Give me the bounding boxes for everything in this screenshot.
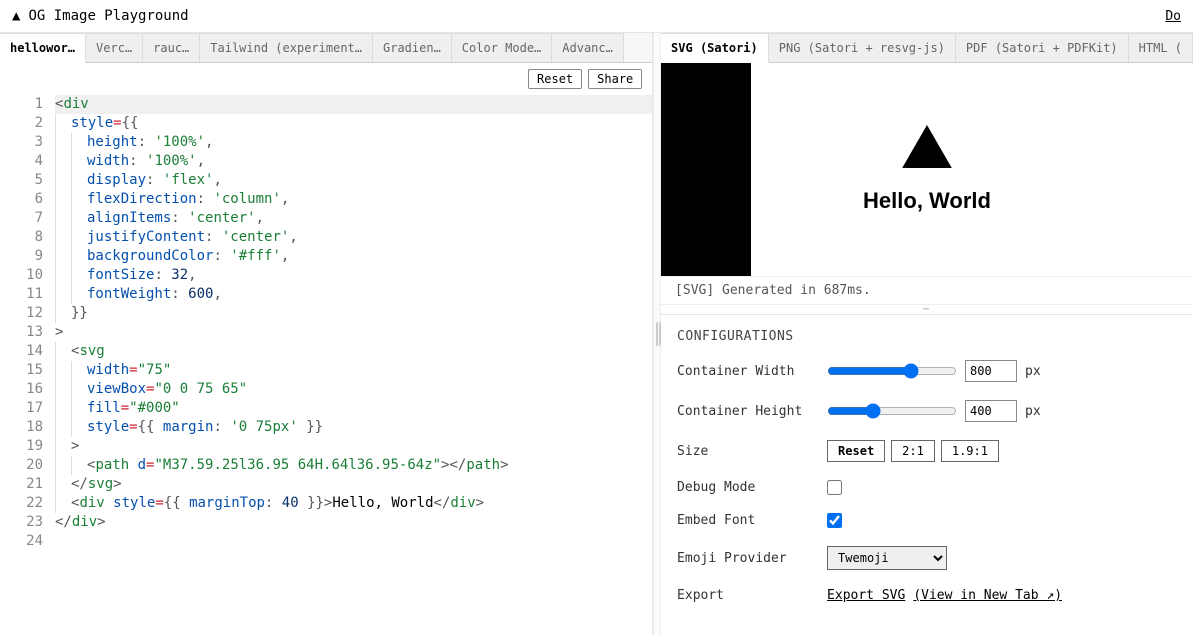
height-label: Container Height xyxy=(677,404,827,419)
gutter: 123456789101112131415161718192021222324 xyxy=(0,95,55,635)
share-button[interactable]: Share xyxy=(588,69,642,89)
embed-label: Embed Font xyxy=(677,513,827,528)
code-editor[interactable]: 123456789101112131415161718192021222324 … xyxy=(0,95,652,635)
debug-label: Debug Mode xyxy=(677,480,827,495)
height-slider[interactable] xyxy=(827,403,957,419)
docs-link[interactable]: Do xyxy=(1165,9,1181,24)
preview: Hello, World xyxy=(661,63,1193,276)
editor-toolbar: Reset Share xyxy=(0,63,652,95)
config-section: CONFIGURATIONS Container Width px Contai… xyxy=(661,315,1193,635)
left-tab-2[interactable]: rauc… xyxy=(143,33,200,62)
left-tab-0[interactable]: hellowor… xyxy=(0,33,86,63)
right-tabs: SVG (Satori)PNG (Satori + resvg-js)PDF (… xyxy=(661,33,1193,63)
right-tab-1[interactable]: PNG (Satori + resvg-js) xyxy=(769,33,956,62)
preview-black-bar xyxy=(661,63,751,276)
app-title: OG Image Playground xyxy=(28,8,188,24)
width-unit: px xyxy=(1025,364,1041,379)
preview-text: Hello, World xyxy=(863,188,991,214)
left-tabs: hellowor…Verc…rauc…Tailwind (experiment…… xyxy=(0,33,652,63)
row-divider[interactable] xyxy=(661,305,1193,315)
width-label: Container Width xyxy=(677,364,827,379)
height-input[interactable] xyxy=(965,400,1017,422)
width-input[interactable] xyxy=(965,360,1017,382)
ratio-2-1-button[interactable]: 2:1 xyxy=(891,440,935,462)
left-tab-1[interactable]: Verc… xyxy=(86,33,143,62)
logo-triangle-icon: ▲ xyxy=(12,8,20,24)
triangle-icon xyxy=(902,125,952,168)
export-view-link[interactable]: (View in New Tab ↗) xyxy=(913,588,1062,603)
code-area[interactable]: <divstyle={{height: '100%',width: '100%'… xyxy=(55,95,652,635)
status-text: [SVG] Generated in 687ms. xyxy=(661,276,1193,305)
reset-button[interactable]: Reset xyxy=(528,69,582,89)
header: ▲ OG Image Playground Do xyxy=(0,0,1193,33)
embed-checkbox[interactable] xyxy=(827,513,842,528)
left-tab-4[interactable]: Gradien… xyxy=(373,33,452,62)
export-svg-link[interactable]: Export SVG xyxy=(827,588,905,603)
emoji-label: Emoji Provider xyxy=(677,551,827,566)
export-label: Export xyxy=(677,588,827,603)
left-tab-6[interactable]: Advanc… xyxy=(552,33,624,62)
right-tab-0[interactable]: SVG (Satori) xyxy=(661,33,769,63)
right-tab-2[interactable]: PDF (Satori + PDFKit) xyxy=(956,33,1129,62)
size-reset-button[interactable]: Reset xyxy=(827,440,885,462)
left-tab-3[interactable]: Tailwind (experiment… xyxy=(200,33,373,62)
right-tab-3[interactable]: HTML ( xyxy=(1129,33,1193,62)
ratio-1-9-1-button[interactable]: 1.9:1 xyxy=(941,440,999,462)
panel-splitter[interactable] xyxy=(653,33,661,635)
left-panel: hellowor…Verc…rauc…Tailwind (experiment…… xyxy=(0,33,653,635)
debug-checkbox[interactable] xyxy=(827,480,842,495)
main: hellowor…Verc…rauc…Tailwind (experiment…… xyxy=(0,33,1193,635)
width-slider[interactable] xyxy=(827,363,957,379)
right-panel: SVG (Satori)PNG (Satori + resvg-js)PDF (… xyxy=(661,33,1193,635)
left-tab-5[interactable]: Color Mode… xyxy=(452,33,552,62)
config-title: CONFIGURATIONS xyxy=(677,329,1177,344)
height-unit: px xyxy=(1025,404,1041,419)
size-label: Size xyxy=(677,444,827,459)
emoji-select[interactable]: Twemoji xyxy=(827,546,947,570)
